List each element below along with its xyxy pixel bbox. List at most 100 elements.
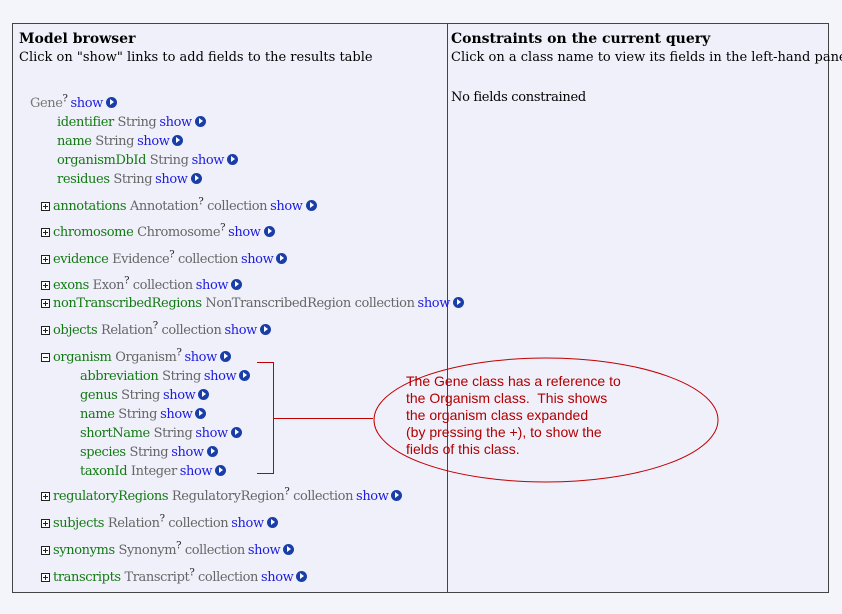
show-link[interactable]: show — [241, 252, 274, 267]
reference-name[interactable]: nonTranscribedRegions — [53, 296, 202, 311]
arrow-circle-right-icon[interactable] — [231, 279, 243, 290]
arrow-circle-right-icon[interactable] — [239, 370, 251, 381]
arrow-circle-right-icon[interactable] — [452, 297, 464, 308]
show-link[interactable]: show — [196, 278, 229, 293]
reference-row: evidence Evidence? collection show — [41, 250, 288, 269]
show-link[interactable]: show — [224, 323, 257, 338]
arrow-circle-right-icon[interactable] — [276, 253, 288, 264]
plus-box-icon[interactable] — [41, 519, 50, 528]
arrow-circle-right-icon[interactable] — [195, 408, 207, 419]
help-icon[interactable]: ? — [160, 514, 165, 525]
collection-label: collection — [293, 489, 354, 504]
plus-box-icon[interactable] — [41, 546, 50, 555]
arrow-circle-right-icon[interactable] — [198, 389, 210, 400]
help-icon[interactable]: ? — [153, 321, 158, 332]
arrow-circle-right-icon[interactable] — [230, 427, 242, 438]
minus-box-icon[interactable] — [41, 353, 50, 362]
reference-name[interactable]: objects — [53, 323, 98, 338]
arrow-circle-right-icon[interactable] — [190, 173, 202, 184]
class-name-gene[interactable]: Gene — [30, 96, 63, 111]
arrow-circle-right-icon[interactable] — [226, 154, 238, 165]
arrow-circle-right-icon[interactable] — [194, 116, 206, 127]
arrow-circle-right-icon[interactable] — [283, 544, 295, 555]
show-link[interactable]: show — [231, 516, 264, 531]
reference-name[interactable]: exons — [53, 278, 89, 293]
show-link[interactable]: show — [418, 296, 451, 311]
reference-name[interactable]: evidence — [53, 252, 109, 267]
attribute-row: name String show — [57, 132, 184, 151]
plus-box-icon[interactable] — [41, 299, 50, 308]
collection-label: collection — [207, 199, 268, 214]
field-type: String — [162, 369, 201, 384]
reference-name[interactable]: transcripts — [53, 570, 121, 585]
reference-type: Evidence — [112, 252, 170, 267]
arrow-circle-right-icon[interactable] — [172, 135, 184, 146]
show-link[interactable]: show — [204, 369, 237, 384]
field-type: String — [149, 153, 189, 168]
show-link[interactable]: show — [180, 464, 213, 479]
help-icon[interactable]: ? — [63, 94, 68, 105]
show-link[interactable]: show — [159, 115, 192, 130]
show-link[interactable]: show — [137, 134, 170, 149]
collection-label: collection — [184, 543, 245, 558]
field-name: taxonId — [80, 464, 128, 479]
collection-label: collection — [168, 516, 229, 531]
arrow-circle-right-icon[interactable] — [215, 465, 227, 476]
arrow-circle-right-icon[interactable] — [263, 226, 275, 237]
plus-box-icon[interactable] — [41, 228, 50, 237]
show-link[interactable]: show — [261, 570, 294, 585]
plus-box-icon[interactable] — [41, 281, 50, 290]
field-type: String — [129, 445, 169, 460]
no-constraints-message: No fields constrained — [451, 90, 586, 105]
show-link[interactable]: show — [270, 199, 303, 214]
plus-box-icon[interactable] — [41, 573, 50, 582]
plus-box-icon[interactable] — [41, 255, 50, 264]
plus-box-icon[interactable] — [41, 326, 50, 335]
arrow-circle-right-icon[interactable] — [105, 97, 117, 108]
show-link[interactable]: show — [192, 153, 225, 168]
reference-row: exons Exon? collection show — [41, 276, 243, 295]
help-icon[interactable]: ? — [284, 487, 289, 498]
reference-name[interactable]: chromosome — [53, 225, 134, 240]
field-name: name — [57, 134, 92, 149]
reference-name[interactable]: subjects — [53, 516, 104, 531]
arrow-circle-right-icon[interactable] — [266, 517, 278, 528]
reference-name[interactable]: synonyms — [53, 543, 115, 558]
help-icon[interactable]: ? — [189, 568, 194, 579]
reference-name[interactable]: annotations — [53, 199, 127, 214]
show-link[interactable]: show — [163, 388, 196, 403]
reference-type: RegulatoryRegion — [171, 489, 285, 504]
arrow-circle-right-icon[interactable] — [206, 446, 218, 457]
reference-name[interactable]: organism — [53, 350, 112, 365]
arrow-circle-right-icon[interactable] — [219, 351, 231, 362]
show-link[interactable]: show — [248, 543, 281, 558]
callout-text: The Gene class has a reference to the Or… — [406, 373, 621, 457]
show-link[interactable]: show — [228, 225, 261, 240]
organism-attribute-row: abbreviation String show — [80, 367, 251, 386]
attribute-row: residues String show — [57, 170, 202, 189]
plus-box-icon[interactable] — [41, 492, 50, 501]
attribute-row: identifier String show — [57, 113, 206, 132]
arrow-circle-right-icon[interactable] — [259, 324, 271, 335]
reference-row: objects Relation? collection show — [41, 321, 271, 340]
help-icon[interactable]: ? — [124, 276, 129, 287]
show-link[interactable]: show — [155, 172, 188, 187]
reference-row: annotations Annotation? collection show — [41, 197, 317, 216]
help-icon[interactable]: ? — [198, 197, 203, 208]
help-icon[interactable]: ? — [169, 250, 174, 261]
browser-frame: Model browser Click on "show" links to a… — [0, 0, 842, 614]
field-name: genus — [80, 388, 118, 403]
reference-row: transcripts Transcript? collection show — [41, 568, 308, 587]
arrow-circle-right-icon[interactable] — [296, 571, 308, 582]
show-link[interactable]: show — [195, 426, 228, 441]
organism-attribute-row: genus String show — [80, 386, 210, 405]
show-link[interactable]: show — [184, 350, 217, 365]
show-link[interactable]: show — [71, 96, 104, 111]
show-link[interactable]: show — [160, 407, 193, 422]
plus-box-icon[interactable] — [41, 202, 50, 211]
arrow-circle-right-icon[interactable] — [305, 200, 317, 211]
show-link[interactable]: show — [171, 445, 204, 460]
help-icon[interactable]: ? — [176, 541, 181, 552]
reference-row: subjects Relation? collection show — [41, 514, 278, 533]
reference-name[interactable]: regulatoryRegions — [53, 489, 169, 504]
